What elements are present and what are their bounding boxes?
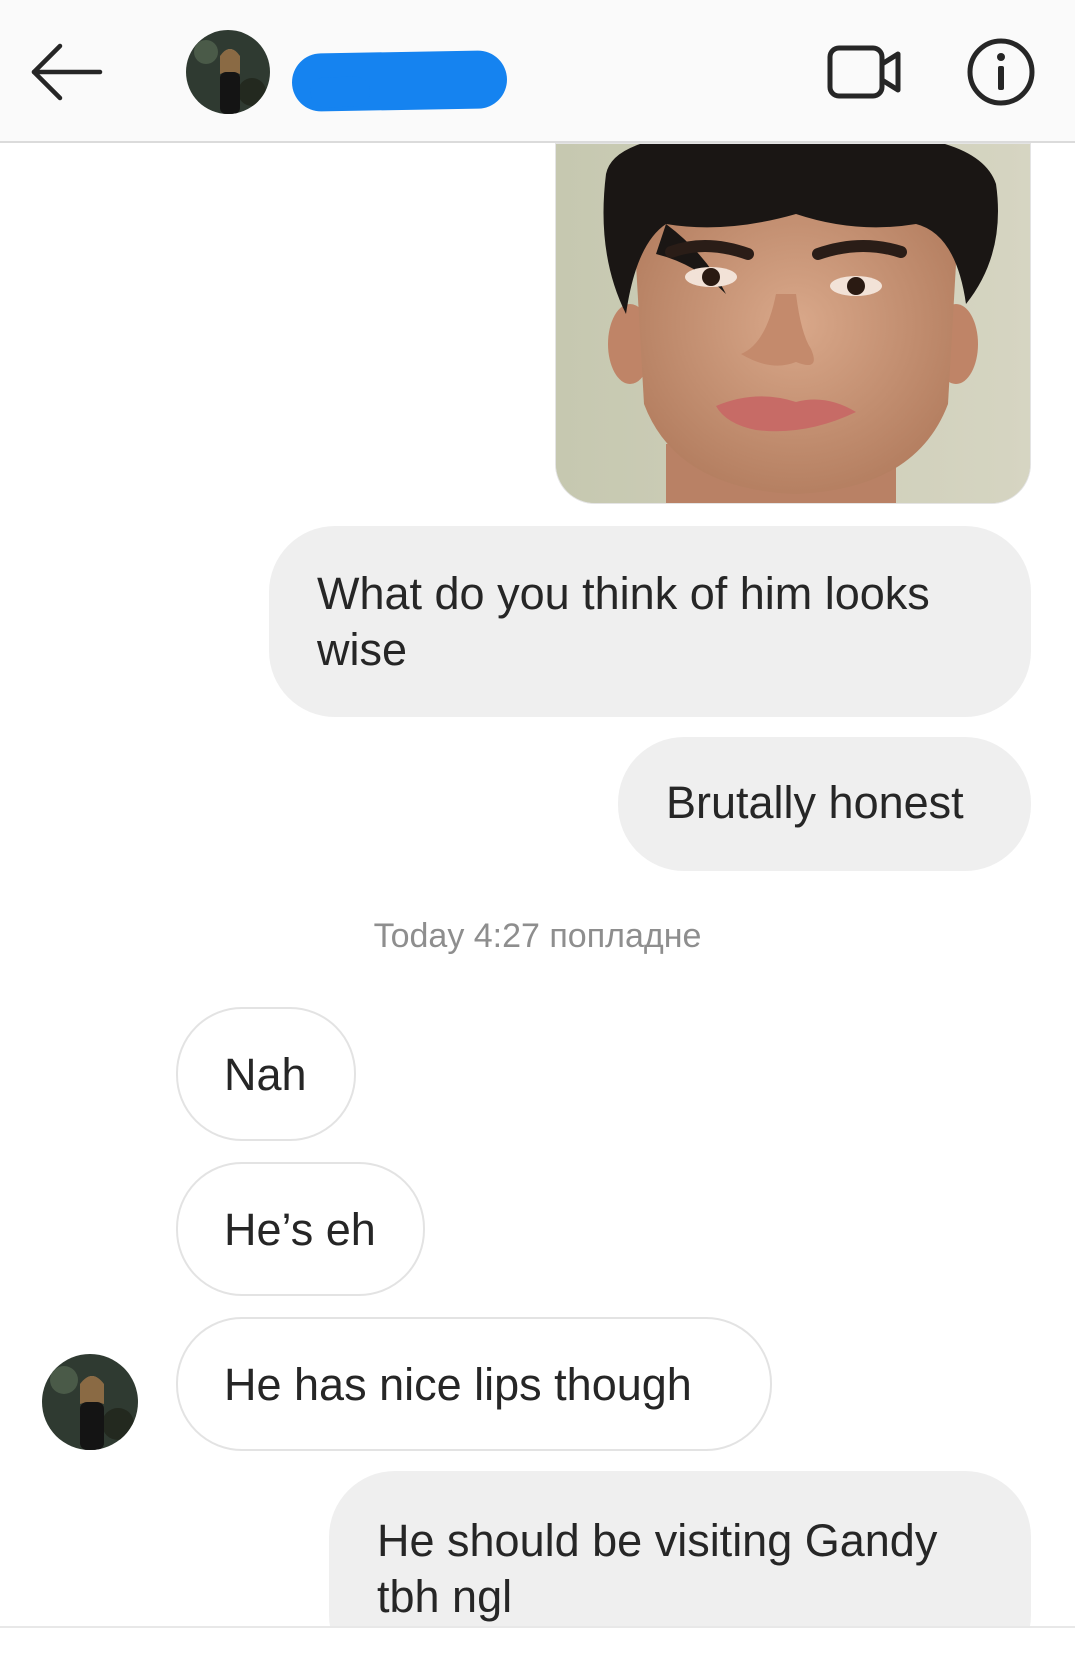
username-redaction	[291, 50, 508, 112]
shared-photo	[556, 144, 1030, 503]
message-text: He should be visiting Gandy tbh ngl	[377, 1515, 938, 1622]
message-text: He has nice lips though	[224, 1359, 692, 1410]
message-timestamp: Today 4:27 попладне	[373, 917, 702, 955]
video-call-button[interactable]	[826, 40, 904, 104]
shared-photo-message[interactable]	[555, 143, 1031, 504]
message-bubble-incoming[interactable]: Nah	[176, 1007, 356, 1141]
message-text: What do you think of him looks wise	[317, 568, 930, 675]
message-text: He’s eh	[224, 1204, 376, 1255]
info-circle-icon	[967, 38, 1035, 106]
message-bubble-outgoing[interactable]: Brutally honest	[618, 737, 1031, 871]
back-button[interactable]	[28, 40, 104, 104]
video-camera-icon	[827, 45, 901, 99]
message-bubble-outgoing[interactable]: What do you think of him looks wise	[269, 526, 1031, 717]
avatar-photo	[186, 30, 270, 114]
avatar-photo	[42, 1354, 138, 1450]
sender-avatar[interactable]	[42, 1354, 138, 1450]
conversation-header	[0, 0, 1075, 143]
info-button[interactable]	[965, 36, 1037, 108]
dm-thread-screen: What do you think of him looks wise Brut…	[0, 0, 1075, 1653]
arrow-left-icon	[31, 43, 103, 101]
message-text: Brutally honest	[666, 777, 964, 828]
message-bubble-incoming[interactable]: He’s eh	[176, 1162, 425, 1296]
composer-bar	[0, 1628, 1075, 1653]
message-bubble-incoming[interactable]: He has nice lips though	[176, 1317, 772, 1451]
message-text: Nah	[224, 1049, 307, 1100]
contact-avatar[interactable]	[186, 30, 270, 114]
